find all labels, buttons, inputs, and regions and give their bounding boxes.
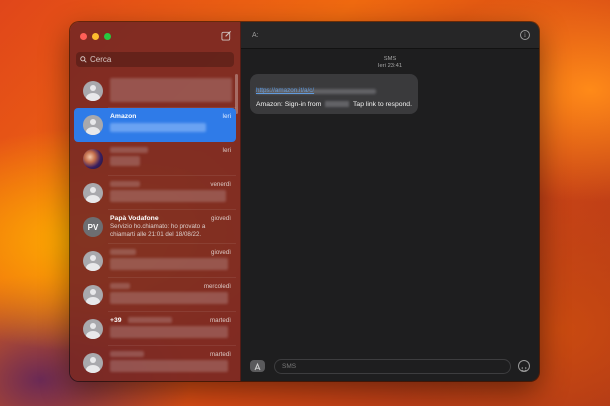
conversation-row-amazon[interactable]: Amazon Ieri: [74, 108, 236, 142]
conversation-date: Ieri: [222, 113, 231, 120]
conversation-list: Amazon Ieri Ieri venerdì PV Papà Vodafon…: [74, 74, 236, 381]
conversation-row[interactable]: mercoledì: [74, 278, 236, 312]
conversation-pane: A: i SMS Ieri 23:41 https://amazon.it/a/…: [241, 22, 539, 381]
conversation-row[interactable]: martedì: [74, 346, 236, 380]
avatar: PV: [83, 217, 103, 237]
search-field[interactable]: Cerca: [76, 52, 234, 67]
close-button[interactable]: [80, 33, 87, 40]
compose-icon[interactable]: [221, 30, 232, 41]
window-controls: [80, 33, 111, 40]
search-icon: [80, 56, 87, 63]
conversation-row[interactable]: giovedì: [74, 244, 236, 278]
avatar: [83, 183, 103, 203]
conversation-row-papa-vodafone[interactable]: PV Papà Vodafone giovedì Servizio ho.chi…: [74, 210, 236, 244]
zoom-button[interactable]: [104, 33, 111, 40]
conversation-date: martedì: [210, 317, 231, 324]
conversation-date: martedì: [210, 351, 231, 358]
search-placeholder: Cerca: [90, 55, 112, 64]
message-text-start: Amazon: Sign-in from: [256, 101, 322, 108]
minimize-button[interactable]: [92, 33, 99, 40]
avatar: [83, 81, 103, 101]
message-timestamp: SMS Ieri 23:41: [241, 56, 539, 70]
conversation-date: mercoledì: [203, 283, 231, 290]
avatar: [83, 353, 103, 373]
conversation-row[interactable]: +39 martedì: [74, 312, 236, 346]
contact-name: +39: [110, 317, 122, 324]
conversation-date: giovedì: [211, 249, 231, 256]
info-icon[interactable]: i: [520, 30, 530, 40]
conversation-date: Ieri: [222, 147, 231, 154]
compose-bar: SMS: [241, 353, 539, 381]
recipient-bar: A: i: [241, 22, 539, 49]
service-label: SMS: [383, 56, 397, 62]
recipient-label[interactable]: A:: [252, 32, 259, 39]
emoji-icon[interactable]: [518, 360, 530, 372]
avatar: [83, 115, 103, 135]
message-bubble[interactable]: https://amazon.it/a/c/ Amazon: Sign-in f…: [250, 74, 418, 114]
conversation-row[interactable]: [74, 74, 236, 108]
messages-window: Cerca Amazon Ieri Ieri venerdì PV Papà V…: [70, 22, 539, 381]
message-input[interactable]: SMS: [274, 359, 511, 374]
avatar: [83, 149, 103, 169]
timestamp-label: Ieri 23:41: [377, 63, 403, 69]
message-preview: Servizio ho.chiamato: ho provato a chiam…: [110, 223, 206, 238]
sidebar: Cerca Amazon Ieri Ieri venerdì PV Papà V…: [70, 22, 241, 381]
conversation-row[interactable]: Ieri: [74, 142, 236, 176]
conversation-date: venerdì: [210, 181, 231, 188]
avatar: [83, 319, 103, 339]
conversation-row[interactable]: venerdì: [74, 176, 236, 210]
message-text: Amazon: Sign-in from Tap link to respond…: [256, 101, 412, 108]
avatar: [83, 285, 103, 305]
avatar: [83, 251, 103, 271]
app-store-icon[interactable]: [250, 360, 265, 372]
contact-name: Amazon: [110, 113, 137, 120]
message-text-end: Tap link to respond.: [353, 101, 412, 108]
contact-name: Papà Vodafone: [110, 215, 159, 222]
conversation-date: giovedì: [211, 215, 231, 222]
